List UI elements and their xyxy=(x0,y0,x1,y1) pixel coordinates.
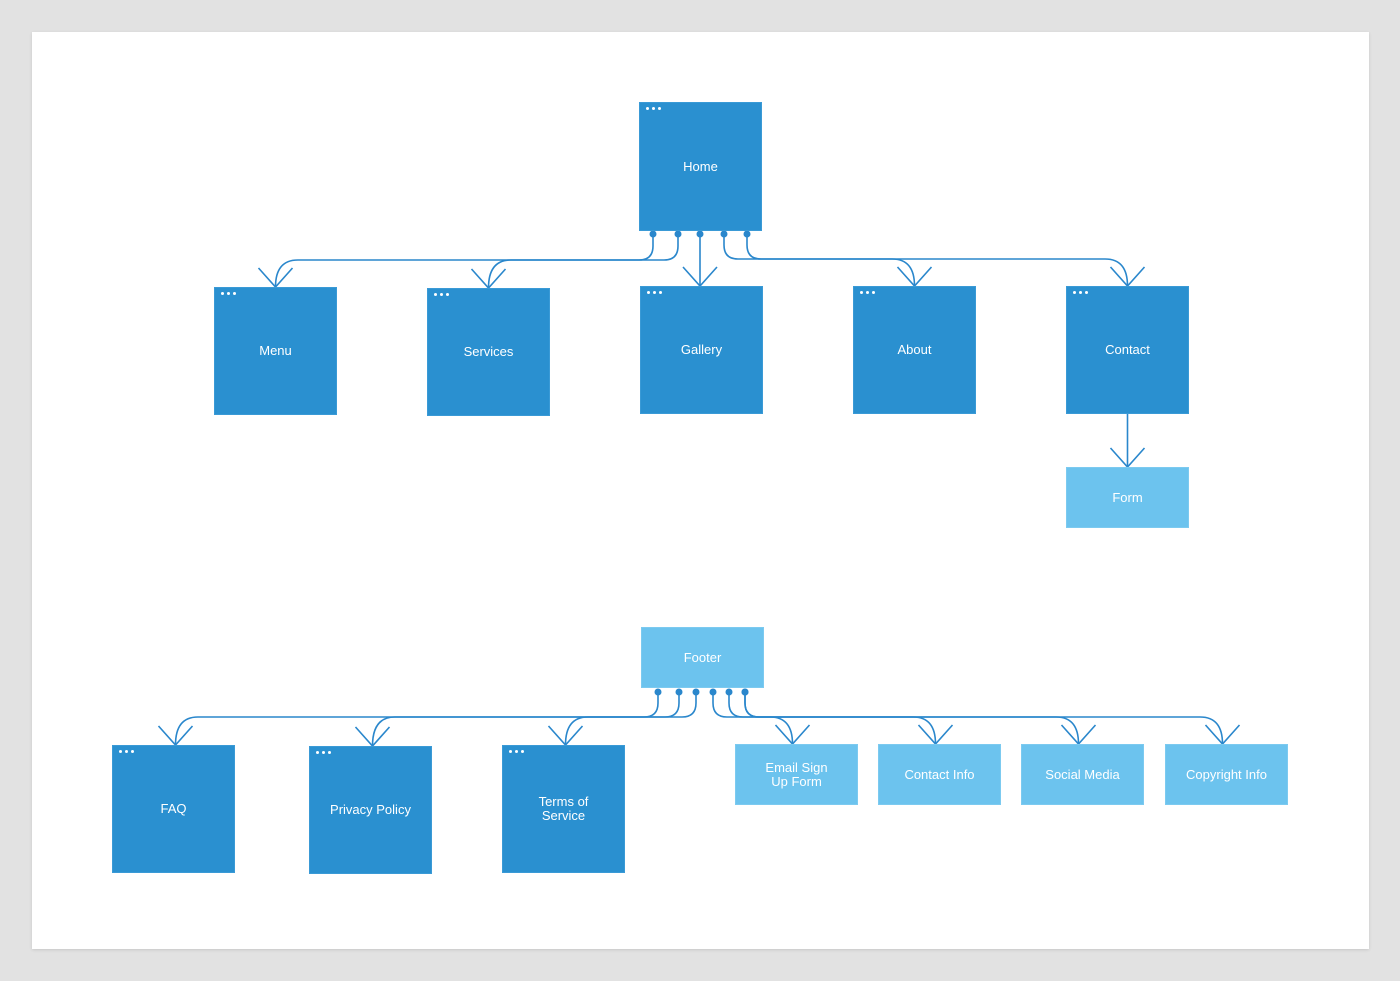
window-dots-icon xyxy=(647,291,662,294)
node-email-sign-up-form[interactable]: Email Sign Up Form xyxy=(735,744,858,805)
node-copyright-info[interactable]: Copyright Info xyxy=(1165,744,1288,805)
node-gallery[interactable]: Gallery xyxy=(640,286,763,414)
node-label: Gallery xyxy=(680,342,723,357)
node-faq[interactable]: FAQ xyxy=(112,745,235,873)
node-footer[interactable]: Footer xyxy=(641,627,764,688)
node-contact[interactable]: Contact xyxy=(1066,286,1189,414)
node-contact-info[interactable]: Contact Info xyxy=(878,744,1001,805)
window-dots-icon xyxy=(860,291,875,294)
node-label: Form xyxy=(1112,489,1143,505)
node-label: Terms of Service xyxy=(538,794,589,823)
node-label: Privacy Policy xyxy=(330,802,411,817)
node-form[interactable]: Form xyxy=(1066,467,1189,528)
window-dots-icon xyxy=(119,750,134,753)
node-label: Social Media xyxy=(1045,766,1120,782)
window-dots-icon xyxy=(509,750,524,753)
node-label: Contact Info xyxy=(904,766,975,782)
node-menu[interactable]: Menu xyxy=(214,287,337,415)
node-about[interactable]: About xyxy=(853,286,976,414)
window-dots-icon xyxy=(646,107,661,110)
window-dots-icon xyxy=(221,292,236,295)
node-label: Footer xyxy=(683,649,722,665)
node-label: Menu xyxy=(259,343,292,358)
node-home[interactable]: Home xyxy=(639,102,762,231)
node-label: Email Sign Up Form xyxy=(765,759,828,789)
node-label: Home xyxy=(683,158,718,174)
window-dots-icon xyxy=(316,751,331,754)
node-privacy-policy[interactable]: Privacy Policy xyxy=(309,746,432,874)
node-social-media[interactable]: Social Media xyxy=(1021,744,1144,805)
node-label: FAQ xyxy=(160,801,187,816)
node-label: Services xyxy=(463,344,514,359)
node-label: Contact xyxy=(1105,342,1150,357)
node-services[interactable]: Services xyxy=(427,288,550,416)
node-label: Copyright Info xyxy=(1186,766,1267,782)
window-dots-icon xyxy=(434,293,449,296)
node-terms-of-service[interactable]: Terms of Service xyxy=(502,745,625,873)
node-label: About xyxy=(897,342,932,357)
window-dots-icon xyxy=(1073,291,1088,294)
